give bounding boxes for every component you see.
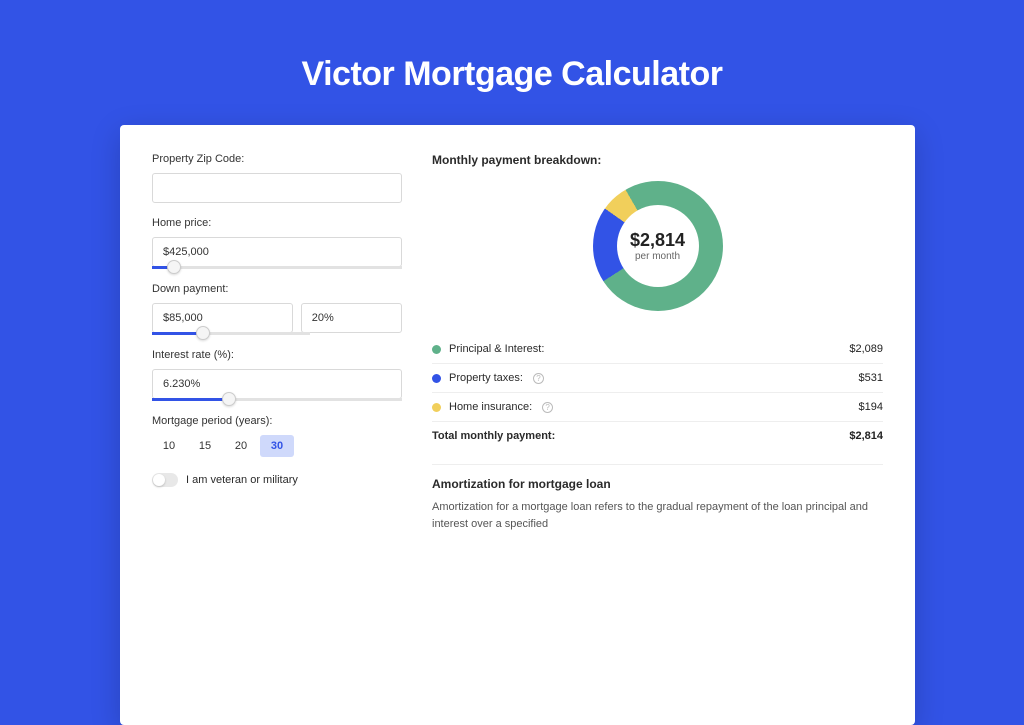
legend-label: Principal & Interest: [449, 343, 544, 355]
legend: Principal & Interest: $2,089 Property ta… [432, 335, 883, 450]
legend-value: $2,089 [849, 343, 883, 355]
interest-slider[interactable] [152, 398, 402, 401]
payment-donut-chart: $2,814 per month [593, 181, 723, 311]
period-tabs: 10 15 20 30 [152, 435, 402, 457]
legend-value: $531 [859, 372, 883, 384]
divider [432, 464, 883, 465]
page-title: Victor Mortgage Calculator [0, 55, 1024, 94]
legend-dot-icon [432, 345, 441, 354]
calculator-card: Property Zip Code: Home price: Down paym… [120, 125, 915, 725]
period-tab-10[interactable]: 10 [152, 435, 186, 457]
home-price-slider[interactable] [152, 266, 402, 269]
period-label: Mortgage period (years): [152, 415, 402, 427]
period-tab-30[interactable]: 30 [260, 435, 294, 457]
legend-value: $194 [859, 401, 883, 413]
down-payment-slider[interactable] [152, 332, 310, 335]
legend-label: Home insurance: [449, 401, 532, 413]
legend-dot-icon [432, 374, 441, 383]
legend-dot-icon [432, 403, 441, 412]
period-tab-20[interactable]: 20 [224, 435, 258, 457]
legend-row: Home insurance: ? $194 [432, 393, 883, 422]
veteran-toggle[interactable] [152, 473, 178, 487]
home-price-input[interactable] [152, 237, 402, 267]
legend-row: Principal & Interest: $2,089 [432, 335, 883, 364]
legend-row: Property taxes: ? $531 [432, 364, 883, 393]
breakdown-column: Monthly payment breakdown: $2,814 per mo… [402, 153, 883, 697]
zip-input[interactable] [152, 173, 402, 203]
interest-label: Interest rate (%): [152, 349, 402, 361]
down-payment-pct-input[interactable] [301, 303, 402, 333]
legend-total-label: Total monthly payment: [432, 430, 555, 442]
period-tab-15[interactable]: 15 [188, 435, 222, 457]
legend-total-value: $2,814 [849, 430, 883, 442]
breakdown-title: Monthly payment breakdown: [432, 153, 883, 167]
legend-label: Property taxes: [449, 372, 523, 384]
amortization-title: Amortization for mortgage loan [432, 477, 883, 491]
amortization-body: Amortization for a mortgage loan refers … [432, 499, 883, 532]
veteran-label: I am veteran or military [186, 474, 298, 486]
info-icon[interactable]: ? [542, 402, 553, 413]
zip-label: Property Zip Code: [152, 153, 402, 165]
down-payment-input[interactable] [152, 303, 293, 333]
down-payment-label: Down payment: [152, 283, 402, 295]
info-icon[interactable]: ? [533, 373, 544, 384]
interest-input[interactable] [152, 369, 402, 399]
home-price-label: Home price: [152, 217, 402, 229]
donut-sub: per month [635, 251, 680, 262]
donut-amount: $2,814 [630, 230, 685, 251]
inputs-column: Property Zip Code: Home price: Down paym… [152, 153, 402, 697]
legend-total-row: Total monthly payment: $2,814 [432, 422, 883, 450]
